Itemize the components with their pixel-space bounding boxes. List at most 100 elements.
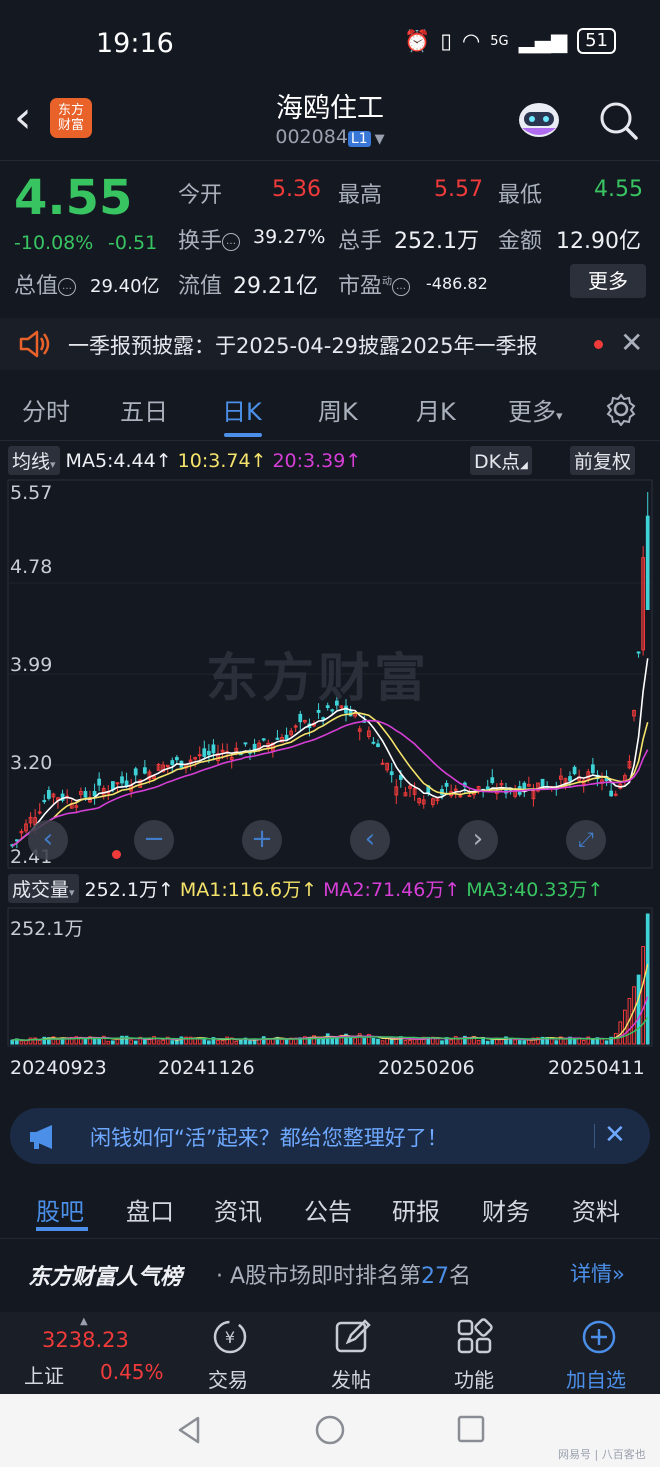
turnover-label-row[interactable]: 换手… (178, 223, 241, 255)
tab-daily-k[interactable]: 日K (222, 392, 262, 427)
candle-body (613, 793, 618, 796)
caret-down-icon: ▾ (556, 409, 563, 424)
battery-indicator: 51 (577, 28, 616, 54)
dk-points-button[interactable]: DK点◢ (470, 446, 532, 475)
vol-ma1-line (12, 964, 649, 1041)
add-circle-icon (582, 1320, 616, 1354)
svg-text:¥: ¥ (225, 1328, 235, 1347)
scroll-left-button[interactable]: ‹ (350, 820, 390, 860)
volume-bar (572, 1038, 577, 1045)
high-label: 最高 (338, 183, 383, 208)
y-tick-max: 5.57 (10, 482, 53, 504)
last-price: 4.55 (14, 170, 133, 226)
vol-ma2: MA2:71.46万↑ (323, 879, 461, 901)
home-circle-icon[interactable] (314, 1414, 346, 1446)
volume-value: 252.1万↑ (84, 879, 174, 901)
tab-underline (36, 1227, 88, 1231)
volume-bar (56, 1039, 60, 1045)
pe-value: -486.82 (426, 274, 488, 293)
volume-bar (417, 1038, 422, 1045)
volume-bar (394, 1038, 399, 1045)
volume-selector[interactable]: 成交量▾ (8, 874, 79, 903)
back-triangle-icon[interactable] (174, 1414, 204, 1446)
scroll-left-far-button[interactable]: ‹ (28, 820, 68, 860)
tab-announcements[interactable]: 公告 (304, 1192, 352, 1227)
adjust-button[interactable]: 前复权 (570, 446, 636, 475)
stock-code: 002084 (275, 126, 348, 148)
tab-intraday[interactable]: 分时 (22, 392, 70, 427)
tab-finance[interactable]: 财务 (482, 1192, 530, 1227)
tab-research[interactable]: 研报 (392, 1192, 440, 1227)
tab-profile[interactable]: 资料 (572, 1192, 620, 1227)
close-icon[interactable]: ✕ (604, 1120, 626, 1150)
index-value[interactable]: 3238.23 (42, 1328, 129, 1352)
volume-bar (513, 1039, 518, 1045)
ma20-line (11, 719, 649, 847)
mktcap-label: 总值 (14, 274, 59, 299)
nav-functions[interactable]: 功能 (454, 1364, 494, 1393)
wifi-icon: ◠ (461, 29, 481, 53)
date-label: 20250206 (378, 1057, 475, 1079)
volume-bar (284, 1039, 289, 1045)
chevron-down-icon: ▼ (374, 132, 385, 147)
tab-more[interactable]: 更多▾ (508, 392, 563, 427)
volume-bar (517, 1040, 522, 1045)
corner-icon: ◢ (520, 460, 528, 471)
recents-square-icon[interactable] (456, 1414, 486, 1444)
status-bar: 19:16 ⏰ ▯ ◠ 5G ▂▄▆ 51 (0, 0, 660, 88)
volume-bar (28, 1037, 33, 1045)
detail-link[interactable]: 详情» (570, 1258, 625, 1288)
nav-trade[interactable]: 交易 (208, 1364, 248, 1393)
volume-bar (19, 1040, 24, 1045)
turnover-label: 换手 (178, 229, 223, 254)
tab-monthly-k[interactable]: 月K (416, 392, 456, 427)
candle-body (174, 756, 179, 761)
candle-body (42, 800, 47, 803)
volume-bar (206, 1040, 211, 1045)
volume-bar (238, 1039, 243, 1045)
fullscreen-icon[interactable]: ⤢ (566, 820, 606, 860)
search-icon[interactable] (598, 100, 640, 142)
gear-icon[interactable] (604, 392, 638, 426)
volume-bar (440, 1040, 444, 1045)
volume-bar (590, 1039, 595, 1045)
volume-bar (522, 1040, 527, 1045)
volume-value: 252.1万 (394, 229, 479, 254)
candle-body (83, 790, 88, 798)
tab-five-day[interactable]: 五日 (120, 392, 168, 427)
footer-watermark: 网易号 | 八百客也 (558, 1448, 646, 1461)
tab-pankou[interactable]: 盘口 (126, 1192, 174, 1227)
candle-body (197, 754, 202, 757)
candle-body (380, 762, 385, 765)
zoom-in-button[interactable]: + (242, 820, 282, 860)
tab-news[interactable]: 资讯 (214, 1192, 262, 1227)
tab-guba[interactable]: 股吧 (36, 1192, 84, 1227)
pe-label: 市盈 (338, 274, 383, 299)
ma20-value: 20:3.39↑ (272, 449, 362, 472)
candle-body (261, 738, 266, 741)
zoom-out-button[interactable]: − (134, 820, 174, 860)
divider (0, 160, 660, 161)
candle-body (124, 780, 129, 787)
volume-chart[interactable] (0, 906, 660, 1050)
candle-body (37, 811, 42, 814)
volume-bar (408, 1039, 412, 1045)
candle-body (275, 737, 280, 740)
tab-weekly-k[interactable]: 周K (318, 392, 358, 427)
pe-label-row[interactable]: 市盈动… (338, 268, 411, 300)
volume-bar (142, 1039, 147, 1045)
close-icon[interactable]: ✕ (620, 326, 643, 359)
candle-body (444, 782, 449, 787)
ma-type-selector[interactable]: 均线▾ (8, 446, 60, 475)
volume-bar (376, 1038, 380, 1045)
volume-bar (280, 1039, 284, 1045)
more-button[interactable]: 更多 (570, 264, 646, 298)
robot-assistant-icon[interactable] (514, 98, 564, 144)
nav-add-watchlist[interactable]: 加自选 (566, 1364, 626, 1393)
popularity-brand: 东方财富人气榜 (28, 1265, 183, 1290)
volume-bar (476, 1039, 481, 1045)
nav-post[interactable]: 发帖 (331, 1364, 371, 1393)
scroll-right-button[interactable]: › (458, 820, 498, 860)
candle-body (46, 790, 51, 799)
mktcap-label-row[interactable]: 总值… (14, 268, 77, 300)
